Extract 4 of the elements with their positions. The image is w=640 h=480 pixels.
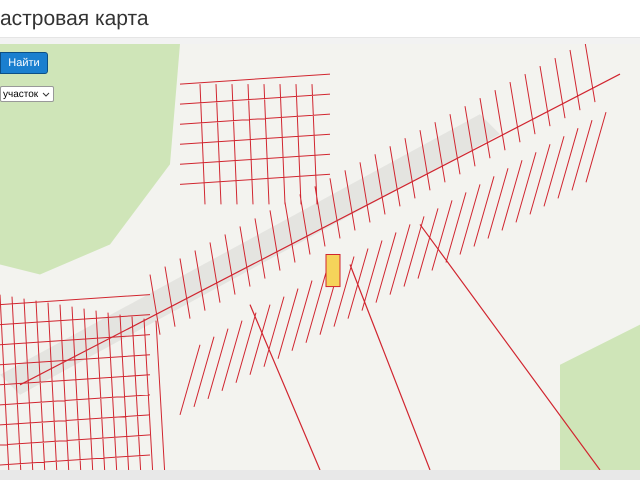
search-button[interactable]: Найти	[0, 52, 48, 74]
layer-select[interactable]: участок	[0, 86, 54, 102]
page-title: астровая карта	[0, 8, 149, 29]
chevron-down-icon	[42, 92, 50, 96]
